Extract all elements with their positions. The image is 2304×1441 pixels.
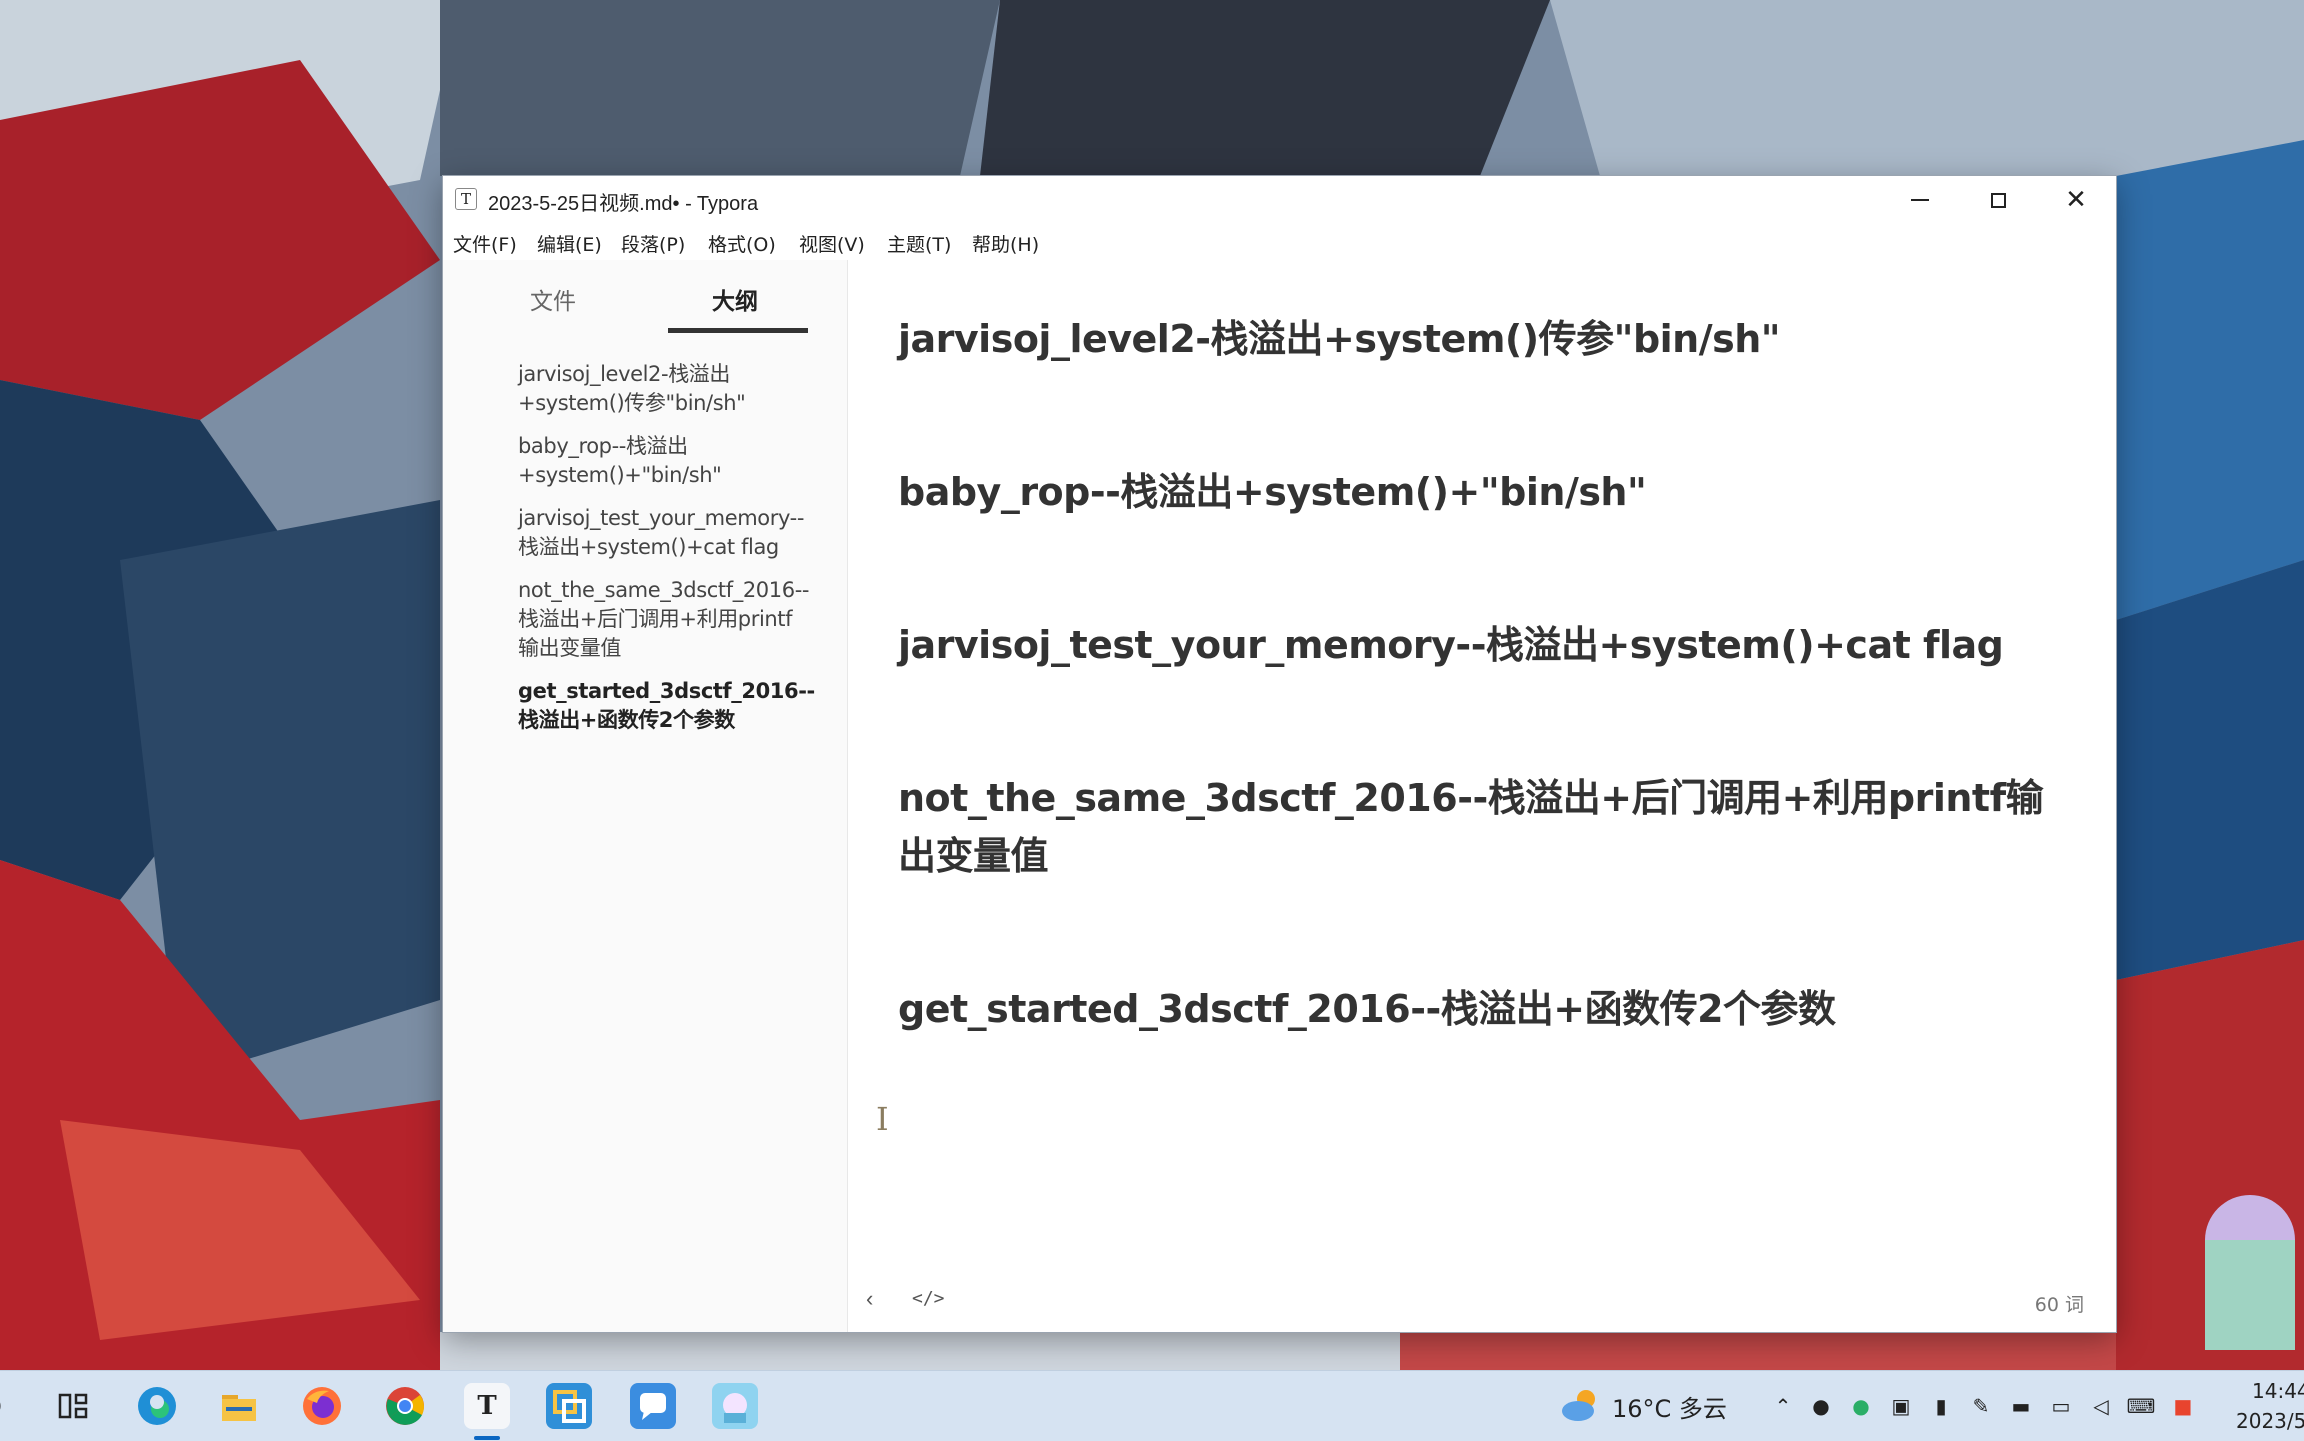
chevron-left-icon: ‹ xyxy=(866,1286,874,1311)
menu-edit[interactable]: 编辑(E) xyxy=(537,230,602,257)
outline-item-line: +system()传参"bin/sh" xyxy=(518,391,746,415)
tray-wechat-button[interactable]: ● xyxy=(1846,1391,1876,1421)
ime-icon: ⌨ xyxy=(2126,1394,2156,1418)
outline-item-line: not_the_same_3dsctf_2016-- xyxy=(518,578,810,602)
outline-item-line: 输出变量值 xyxy=(518,636,621,660)
code-icon: </> xyxy=(912,1288,945,1309)
close-icon: ✕ xyxy=(2065,184,2087,214)
close-button[interactable]: ✕ xyxy=(2037,176,2115,222)
task-view-icon xyxy=(58,1393,88,1419)
typora-app-icon: T xyxy=(455,188,477,210)
camera-icon: ▣ xyxy=(1891,1394,1911,1418)
window-app-icon xyxy=(553,1390,586,1423)
active-app-indicator xyxy=(474,1436,500,1440)
menu-format[interactable]: 格式(O) xyxy=(708,230,776,257)
task-view-button[interactable] xyxy=(50,1383,96,1429)
volume-icon: ◁ xyxy=(2093,1394,2109,1418)
edge-button[interactable] xyxy=(134,1383,180,1429)
outline-item-line: 栈溢出+后门调用+利用printf xyxy=(518,607,793,631)
menu-bar: 文件(F) 编辑(E) 段落(P) 格式(O) 视图(V) 主题(T) 帮助(H… xyxy=(443,222,2116,260)
menu-help[interactable]: 帮助(H) xyxy=(972,230,1039,257)
typora-window: T 2023-5-25日视频.md• - Typora ✕ 文件(F) 编辑(E… xyxy=(443,176,2116,1332)
search-icon xyxy=(0,1402,1,1410)
chat-icon xyxy=(640,1393,666,1420)
heading-2[interactable]: baby_rop--栈溢出+system()+"bin/sh" xyxy=(898,463,2078,521)
maximize-icon xyxy=(1990,192,2006,208)
maximize-button[interactable] xyxy=(1959,176,2037,222)
outline-item-line: 栈溢出+函数传2个参数 xyxy=(518,708,735,732)
minimize-icon xyxy=(1911,199,1929,202)
firefox-button[interactable] xyxy=(299,1383,345,1429)
tray-battery-button[interactable]: ▬ xyxy=(2006,1391,2036,1421)
outline-item[interactable]: jarvisoj_test_your_memory-- 栈溢出+system()… xyxy=(518,504,828,562)
outline-item[interactable]: not_the_same_3dsctf_2016-- 栈溢出+后门调用+利用pr… xyxy=(518,576,828,663)
heading-5[interactable]: get_started_3dsctf_2016--栈溢出+函数传2个参数 xyxy=(898,980,2078,1038)
taskbar: T 16°C 多云 ⌃ ● ● ▣ ▮ ✎ ▬ ▭ ◁ ⌨ ■ 14:44 20… xyxy=(0,1370,2304,1441)
heading-1[interactable]: jarvisoj_level2-栈溢出+system()传参"bin/sh" xyxy=(898,310,2078,368)
word-count[interactable]: 60 词 xyxy=(2035,1290,2084,1317)
folder-icon xyxy=(222,1395,256,1421)
app-button-2[interactable] xyxy=(630,1383,676,1429)
tray-pen-button[interactable]: ✎ xyxy=(1966,1391,1996,1421)
chrome-button[interactable] xyxy=(382,1383,428,1429)
outline-item-line: 栈溢出+system()+cat flag xyxy=(518,535,779,559)
firefox-icon xyxy=(303,1387,341,1425)
heading-4[interactable]: not_the_same_3dsctf_2016--栈溢出+后门调用+利用pri… xyxy=(898,769,2078,885)
tray-app-button[interactable]: ■ xyxy=(2168,1391,2198,1421)
typora-icon: T xyxy=(477,1391,497,1421)
pen-icon: ✎ xyxy=(1972,1394,1990,1418)
outline-item[interactable]: jarvisoj_level2-栈溢出 +system()传参"bin/sh" xyxy=(518,360,828,418)
tray-qq-button[interactable]: ● xyxy=(1806,1391,1836,1421)
menu-paragraph[interactable]: 段落(P) xyxy=(621,230,685,257)
outline-item-line: get_started_3dsctf_2016-- xyxy=(518,679,815,703)
battery-icon: ▬ xyxy=(2011,1394,2031,1418)
menu-view[interactable]: 视图(V) xyxy=(799,230,865,257)
tab-files[interactable]: 文件 xyxy=(530,282,576,316)
tray-network-button[interactable]: ▭ xyxy=(2046,1391,2076,1421)
outline-item-line: baby_rop--栈溢出 xyxy=(518,434,688,458)
menu-theme[interactable]: 主题(T) xyxy=(887,230,951,257)
clock-date[interactable]: 2023/5/ xyxy=(2236,1409,2304,1433)
app-s-icon: ■ xyxy=(2173,1394,2193,1418)
weather-text[interactable]: 16°C 多云 xyxy=(1612,1389,1727,1424)
menu-file[interactable]: 文件(F) xyxy=(453,230,517,257)
outline-item-active[interactable]: get_started_3dsctf_2016-- 栈溢出+函数传2个参数 xyxy=(518,677,828,735)
window-title: 2023-5-25日视频.md• - Typora xyxy=(488,193,759,215)
network-icon: ▭ xyxy=(2051,1394,2071,1418)
microphone-icon: ▮ xyxy=(1935,1394,1947,1418)
sidebar-toggle-button[interactable]: ‹ xyxy=(866,1286,873,1312)
outline-item-line: jarvisoj_test_your_memory-- xyxy=(518,506,804,530)
tray-microphone-button[interactable]: ▮ xyxy=(1926,1391,1956,1421)
outline-item[interactable]: baby_rop--栈溢出 +system()+"bin/sh" xyxy=(518,432,828,490)
live2d-icon xyxy=(723,1393,747,1423)
app-button-3[interactable] xyxy=(712,1383,758,1429)
outline-item-line: +system()+"bin/sh" xyxy=(518,463,722,487)
outline-item-line: jarvisoj_level2-栈溢出 xyxy=(518,362,730,386)
tray-volume-button[interactable]: ◁ xyxy=(2086,1391,2116,1421)
editor-pane[interactable]: jarvisoj_level2-栈溢出+system()传参"bin/sh" b… xyxy=(848,260,2116,1332)
outline-list: jarvisoj_level2-栈溢出 +system()传参"bin/sh" … xyxy=(518,360,828,749)
clock-time[interactable]: 14:44 xyxy=(2252,1379,2304,1403)
tray-ime-button[interactable]: ⌨ xyxy=(2126,1391,2156,1421)
edge-icon xyxy=(138,1387,176,1425)
tray-expand-button[interactable]: ⌃ xyxy=(1768,1391,1798,1421)
tray-camera-button[interactable]: ▣ xyxy=(1886,1391,1916,1421)
heading-3[interactable]: jarvisoj_test_your_memory--栈溢出+system()+… xyxy=(898,616,2078,674)
text-cursor-icon: I xyxy=(876,1100,889,1138)
chrome-icon xyxy=(386,1387,424,1425)
sidebar: 文件 大纲 jarvisoj_level2-栈溢出 +system()传参"bi… xyxy=(443,260,848,1332)
penguin-icon: ● xyxy=(1812,1394,1830,1418)
title-bar[interactable]: T 2023-5-25日视频.md• - Typora ✕ xyxy=(443,176,2116,222)
wechat-icon: ● xyxy=(1852,1394,1870,1418)
minimize-button[interactable] xyxy=(1881,176,1959,222)
tab-outline[interactable]: 大纲 xyxy=(712,282,758,316)
chevron-up-icon: ⌃ xyxy=(1774,1394,1792,1418)
active-tab-indicator xyxy=(668,328,808,333)
search-button[interactable] xyxy=(0,1383,14,1429)
typora-taskbar-button[interactable]: T xyxy=(464,1383,510,1429)
file-explorer-button[interactable] xyxy=(216,1383,262,1429)
weather-cloud-icon xyxy=(1562,1390,1595,1421)
source-mode-button[interactable]: </> xyxy=(912,1288,945,1309)
app-button-1[interactable] xyxy=(546,1383,592,1429)
